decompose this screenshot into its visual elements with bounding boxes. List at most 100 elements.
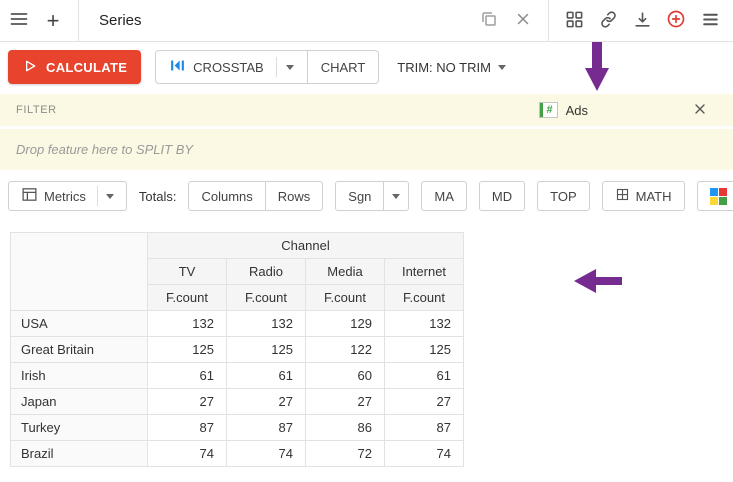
column-header-media[interactable]: Media	[306, 259, 385, 285]
app-window: + Series	[0, 0, 733, 482]
value-cell: 132	[227, 311, 306, 337]
row-label: Turkey	[11, 415, 148, 441]
sgn-dropdown[interactable]	[384, 181, 409, 211]
color-palette-dropdown[interactable]	[697, 181, 733, 211]
crosstab-icon	[169, 57, 186, 77]
value-cell: 132	[385, 311, 464, 337]
table-row: Japan27272727	[11, 389, 464, 415]
value-cell: 72	[306, 441, 385, 467]
divider	[97, 186, 98, 206]
chevron-down-icon	[106, 194, 114, 199]
palette-icon	[710, 188, 727, 205]
column-header-radio[interactable]: Radio	[227, 259, 306, 285]
metrics-dropdown[interactable]: Metrics	[8, 181, 127, 211]
measure-header[interactable]: F.count	[385, 285, 464, 311]
row-label: USA	[11, 311, 148, 337]
crosstab-button[interactable]: CROSSTAB	[155, 50, 308, 84]
ma-label: MA	[434, 189, 454, 204]
link-button[interactable]	[591, 4, 625, 38]
value-cell: 61	[227, 363, 306, 389]
numeric-feature-icon: #	[539, 102, 558, 118]
value-cell: 27	[148, 389, 227, 415]
dashboard-button[interactable]	[557, 4, 591, 38]
filter-row: FILTER # Ads	[0, 94, 733, 126]
group-header[interactable]: Channel	[148, 233, 464, 259]
math-grid-icon	[615, 187, 630, 205]
value-cell: 132	[148, 311, 227, 337]
totals-group: Columns Rows	[188, 181, 323, 211]
column-header-tv[interactable]: TV	[148, 259, 227, 285]
value-cell: 27	[227, 389, 306, 415]
table-icon	[21, 186, 38, 206]
table-row: Great Britain125125122125	[11, 337, 464, 363]
close-tab-button[interactable]	[506, 4, 540, 38]
measure-header[interactable]: F.count	[227, 285, 306, 311]
totals-rows-button[interactable]: Rows	[266, 181, 324, 211]
trim-dropdown[interactable]: TRIM: NO TRIM	[393, 60, 510, 75]
totals-label: Totals:	[139, 189, 177, 204]
math-button[interactable]: MATH	[602, 181, 685, 211]
filter-chip-label: Ads	[566, 103, 588, 118]
download-icon	[633, 10, 652, 32]
top-button[interactable]: TOP	[537, 181, 590, 211]
value-cell: 125	[227, 337, 306, 363]
divider	[276, 57, 277, 77]
value-cell: 74	[227, 441, 306, 467]
math-label: MATH	[636, 189, 672, 204]
metrics-toolbar: Metrics Totals: Columns Rows Sgn MA MD	[0, 170, 733, 222]
split-by-dropzone[interactable]: Drop feature here to SPLIT BY	[0, 129, 733, 170]
download-button[interactable]	[625, 4, 659, 38]
list-button[interactable]	[693, 4, 727, 38]
chart-button[interactable]: CHART	[308, 50, 380, 84]
value-cell: 74	[385, 441, 464, 467]
crosstab-label: CROSSTAB	[193, 60, 264, 75]
add-dataset-button[interactable]	[659, 4, 693, 38]
chevron-down-icon	[498, 65, 506, 70]
value-cell: 61	[148, 363, 227, 389]
value-cell: 125	[385, 337, 464, 363]
filter-remove-button[interactable]	[683, 93, 717, 127]
data-table: Channel TVRadioMediaInternet F.countF.co…	[10, 232, 464, 467]
chevron-down-icon	[286, 65, 294, 70]
trim-label: TRIM: NO TRIM	[397, 60, 491, 75]
link-icon	[599, 10, 618, 32]
dashboard-grid-icon	[565, 10, 584, 32]
md-button[interactable]: MD	[479, 181, 525, 211]
row-label: Irish	[11, 363, 148, 389]
filter-chip-ads[interactable]: # Ads	[539, 102, 588, 118]
table-row: Irish61616061	[11, 363, 464, 389]
tab-title[interactable]: Series	[99, 12, 142, 29]
hamburger-icon	[9, 9, 29, 32]
menu-button[interactable]	[2, 4, 36, 38]
duplicate-tab-button[interactable]	[472, 4, 506, 38]
rows-label: Rows	[278, 189, 311, 204]
divider	[78, 0, 79, 42]
close-icon	[692, 101, 708, 120]
sgn-label: Sgn	[348, 189, 371, 204]
chart-label: CHART	[321, 60, 366, 75]
value-cell: 125	[148, 337, 227, 363]
totals-columns-button[interactable]: Columns	[188, 181, 265, 211]
measure-header[interactable]: F.count	[306, 285, 385, 311]
md-label: MD	[492, 189, 512, 204]
add-circle-icon	[666, 9, 686, 32]
divider	[548, 0, 549, 42]
ma-button[interactable]: MA	[421, 181, 467, 211]
sgn-group: Sgn	[335, 181, 409, 211]
sgn-button[interactable]: Sgn	[335, 181, 384, 211]
action-bar: CALCULATE CROSSTAB CHART TRIM: NO TRIM	[0, 42, 733, 94]
value-cell: 61	[385, 363, 464, 389]
filter-label: FILTER	[16, 104, 57, 116]
value-cell: 86	[306, 415, 385, 441]
calculate-button[interactable]: CALCULATE	[8, 50, 141, 84]
column-header-internet[interactable]: Internet	[385, 259, 464, 285]
list-icon	[701, 10, 720, 32]
view-switch-group: CROSSTAB CHART	[155, 50, 379, 84]
columns-label: Columns	[201, 189, 252, 204]
value-cell: 74	[148, 441, 227, 467]
chevron-down-icon	[392, 194, 400, 199]
add-tab-button[interactable]: +	[36, 4, 70, 38]
value-cell: 27	[306, 389, 385, 415]
measure-header[interactable]: F.count	[148, 285, 227, 311]
value-cell: 122	[306, 337, 385, 363]
